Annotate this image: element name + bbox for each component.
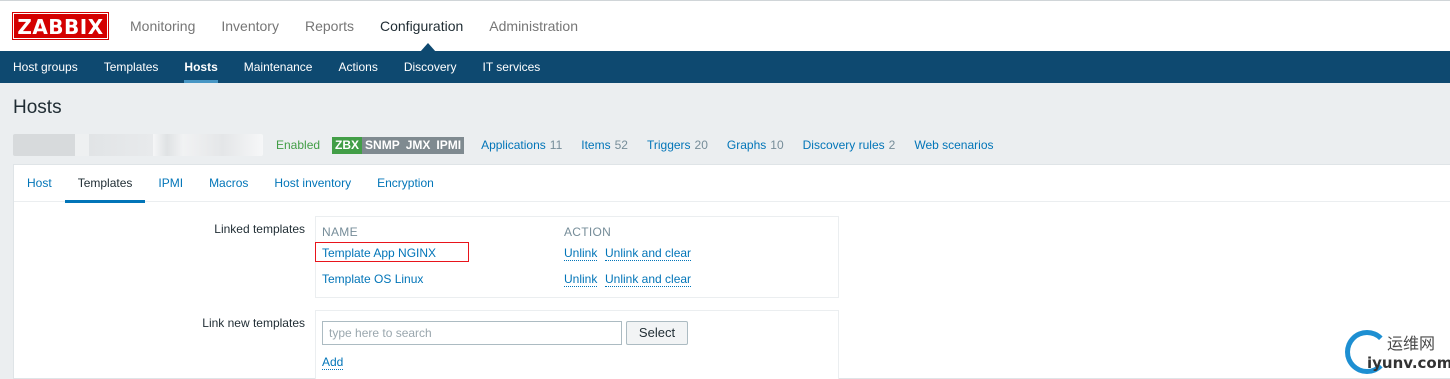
template-link-nginx[interactable]: Template App NGINX	[322, 246, 436, 260]
page-title: Hosts	[13, 97, 62, 118]
template-search-input[interactable]: type here to search	[322, 321, 622, 345]
host-link-applications[interactable]: Applications 11	[481, 138, 562, 152]
top-nav-administration[interactable]: Administration	[476, 1, 591, 52]
sub-nav-host-groups[interactable]: Host groups	[0, 51, 91, 83]
host-link-label[interactable]: Triggers	[647, 138, 691, 152]
sub-nav: Host groups Templates Hosts Maintenance …	[0, 51, 1450, 83]
host-link-graphs[interactable]: Graphs 10	[727, 138, 784, 152]
host-tabs: Host Templates IPMI Macros Host inventor…	[14, 165, 1450, 203]
host-link-count: 10	[770, 138, 784, 152]
linked-templates-label: Linked templates	[214, 222, 305, 236]
host-link-label[interactable]: Discovery rules	[803, 138, 885, 152]
page-body: Hosts Enabled ZBX SNMP JMX IPMI Applicat…	[0, 83, 1450, 379]
sub-nav-discovery[interactable]: Discovery	[391, 51, 470, 83]
add-link[interactable]: Add	[322, 355, 344, 370]
column-header-action: ACTION	[564, 225, 612, 239]
host-link-label[interactable]: Applications	[481, 138, 546, 152]
sub-nav-templates[interactable]: Templates	[91, 51, 172, 83]
top-nav-monitoring[interactable]: Monitoring	[117, 1, 208, 52]
host-link-label[interactable]: Graphs	[727, 138, 766, 152]
host-link-label[interactable]: Web scenarios	[914, 138, 993, 152]
badge-ipmi: IPMI	[433, 136, 465, 154]
blurred-host-name	[13, 134, 263, 156]
watermark-text-bottom: iyunv.com	[1367, 354, 1450, 372]
sub-nav-maintenance[interactable]: Maintenance	[231, 51, 326, 83]
logo-text: ZABBIX	[13, 13, 108, 39]
top-nav-inventory[interactable]: Inventory	[208, 1, 292, 52]
host-link-discovery-rules[interactable]: Discovery rules 2	[803, 138, 896, 152]
sub-nav-actions[interactable]: Actions	[325, 51, 390, 83]
host-link-count: 11	[549, 138, 563, 152]
top-nav-reports[interactable]: Reports	[292, 1, 367, 52]
top-header: ZABBIX Monitoring Inventory Reports Conf…	[0, 0, 1450, 52]
linked-templates-table: NAME ACTION Template App NGINX Unlink Un…	[315, 216, 839, 298]
tab-templates[interactable]: Templates	[64, 165, 146, 203]
tab-ipmi[interactable]: IPMI	[145, 165, 196, 202]
zabbix-logo[interactable]: ZABBIX	[12, 12, 109, 40]
column-header-name: NAME	[322, 225, 358, 239]
host-link-count: 52	[614, 138, 628, 152]
unlink-and-clear-button[interactable]: Unlink and clear	[605, 272, 692, 287]
host-link-label[interactable]: Items	[581, 138, 610, 152]
host-links: Applications 11 Items 52 Triggers 20 Graphs…	[481, 138, 1012, 152]
watermark-text-top: 运维网	[1387, 334, 1436, 353]
tab-host[interactable]: Host	[14, 165, 65, 202]
tab-host-inventory[interactable]: Host inventory	[261, 165, 364, 202]
tab-encryption[interactable]: Encryption	[364, 165, 447, 202]
host-link-items[interactable]: Items 52	[581, 138, 628, 152]
template-link-os-linux[interactable]: Template OS Linux	[322, 272, 423, 286]
sub-nav-it-services[interactable]: IT services	[470, 51, 554, 83]
host-link-web-scenarios[interactable]: Web scenarios	[914, 138, 993, 152]
tab-macros[interactable]: Macros	[196, 165, 261, 202]
link-new-templates-box: type here to search Select Add	[315, 310, 839, 379]
badge-jmx: JMX	[402, 136, 434, 154]
host-navigation-bar: Enabled ZBX SNMP JMX IPMI Applications 11…	[13, 132, 1450, 158]
link-new-templates-label: Link new templates	[202, 316, 305, 330]
host-link-triggers[interactable]: Triggers 20	[647, 138, 708, 152]
sub-nav-hosts[interactable]: Hosts	[171, 51, 230, 83]
select-button[interactable]: Select	[626, 321, 688, 345]
unlink-and-clear-button[interactable]: Unlink and clear	[605, 246, 692, 261]
availability-badges: ZBX SNMP JMX IPMI	[332, 136, 465, 154]
host-link-count: 2	[888, 138, 896, 152]
top-nav: Monitoring Inventory Reports Configurati…	[117, 1, 591, 52]
badge-snmp: SNMP	[362, 136, 403, 154]
watermark-logo: 运维网 iyunv.com	[1343, 326, 1450, 376]
unlink-button[interactable]: Unlink	[564, 272, 598, 287]
unlink-button[interactable]: Unlink	[564, 246, 598, 261]
host-status[interactable]: Enabled	[276, 138, 320, 152]
host-link-count: 20	[694, 138, 708, 152]
host-form-card: Host Templates IPMI Macros Host inventor…	[13, 164, 1450, 379]
badge-zbx: ZBX	[332, 136, 363, 154]
